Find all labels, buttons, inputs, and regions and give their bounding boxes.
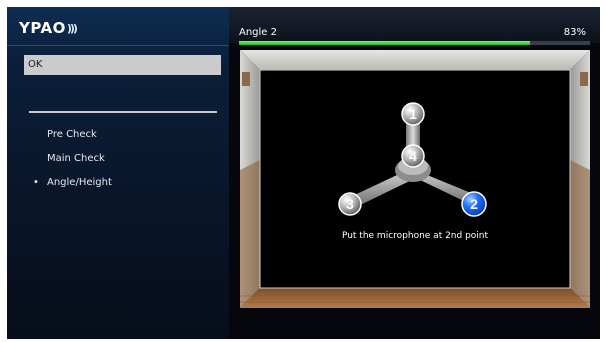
progress-percent: 83% (563, 27, 586, 38)
sound-wave-icon: ))) (66, 21, 78, 35)
header-divider (7, 45, 229, 46)
room-illustration: 1 4 3 2 Put the microphone at 2nd point (240, 50, 590, 308)
status-field[interactable]: OK (24, 55, 221, 75)
step-label: Pre Check (47, 129, 97, 140)
point-label-1: 1 (409, 106, 417, 122)
active-step-bullet: • (33, 177, 39, 188)
room-graphic: 1 4 3 2 (240, 50, 590, 308)
step-label: Main Check (47, 153, 105, 164)
point-label-4: 4 (409, 148, 417, 164)
step-pre-check: Pre Check (33, 127, 112, 151)
progress-fill (239, 41, 531, 45)
progress-header: Angle 2 83% (229, 7, 600, 43)
step-label: Angle/Height (47, 177, 112, 188)
measurement-title: Angle 2 (239, 27, 277, 38)
step-divider (29, 111, 217, 113)
sidebar: YPAO ))) OK Pre Check Main Check • Angle… (7, 7, 229, 339)
logo-text: YPAO (19, 19, 66, 37)
point-label-3: 3 (346, 196, 354, 212)
step-angle-height: • Angle/Height (33, 175, 112, 199)
status-value: OK (28, 59, 43, 70)
step-main-check: Main Check (33, 151, 112, 175)
main-panel: Angle 2 83% 1 4 3 2 Put the microphone a… (229, 7, 600, 339)
ypao-logo: YPAO ))) (19, 17, 78, 39)
ypao-screen: YPAO ))) OK Pre Check Main Check • Angle… (7, 7, 600, 339)
point-label-2: 2 (470, 196, 478, 212)
progress-bar (239, 41, 590, 45)
instruction-text: Put the microphone at 2nd point (341, 231, 489, 241)
step-list: Pre Check Main Check • Angle/Height (33, 127, 112, 199)
bottom-bar (229, 313, 600, 339)
